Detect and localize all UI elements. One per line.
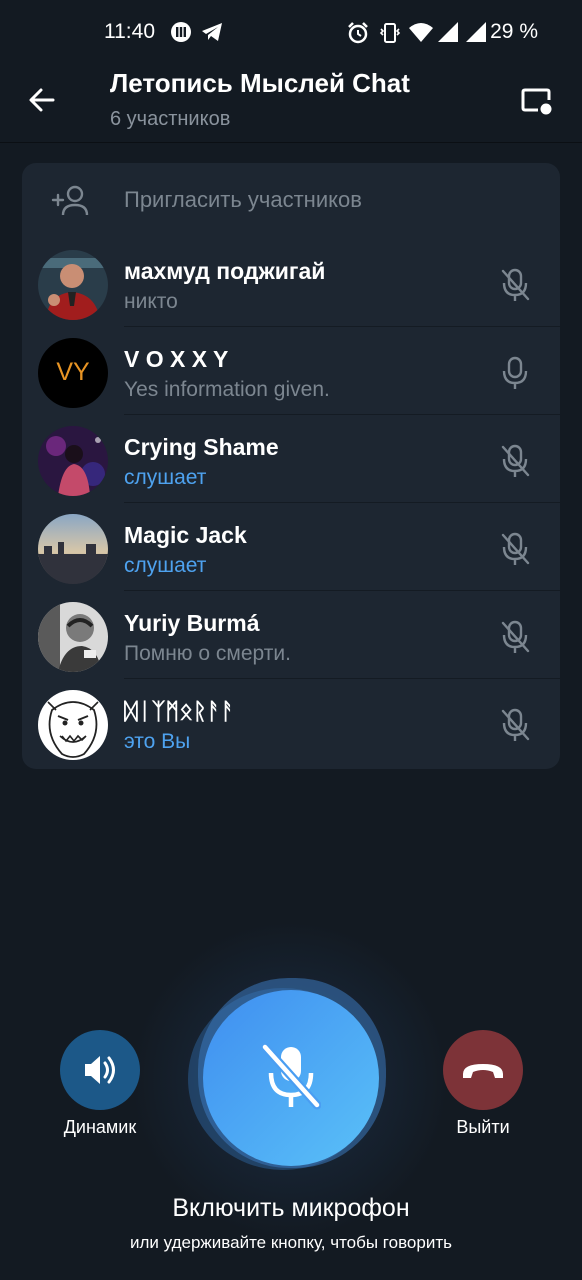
invite-participants-button[interactable]: Пригласить участников xyxy=(22,163,560,239)
leave-label: Выйти xyxy=(456,1117,510,1137)
invite-label: Пригласить участников xyxy=(124,187,362,212)
participant-status: Помню о смерти. xyxy=(124,642,291,665)
participant-status: никто xyxy=(124,290,178,313)
participant-row[interactable]: VY V O X X Y Yes information given. xyxy=(22,327,560,415)
signal-icon-2 xyxy=(466,22,486,42)
participant-name: V O X X Y xyxy=(124,346,229,372)
back-arrow-icon[interactable] xyxy=(26,84,58,116)
participants-panel: Пригласить участников махмуд поджигай ни… xyxy=(22,163,560,769)
participant-row[interactable]: Magic Jack слушает xyxy=(22,503,560,591)
wifi-icon xyxy=(409,23,433,42)
avatar: VY xyxy=(38,338,108,408)
call-header: Летопись Мыслей Chat 6 участников xyxy=(0,64,582,143)
mic-action-title: Включить микрофон xyxy=(172,1194,410,1222)
avatar xyxy=(38,690,108,760)
avatar xyxy=(38,602,108,672)
participant-status: слушает xyxy=(124,466,207,489)
participant-name: Magic Jack xyxy=(124,522,247,548)
mic-action-hint: или удерживайте кнопку, чтобы говорить xyxy=(130,1233,452,1252)
battery-level: 29 % xyxy=(490,20,538,43)
leave-button[interactable] xyxy=(443,1030,523,1110)
avatar xyxy=(38,426,108,496)
avatar-initials: VY xyxy=(56,358,90,386)
participant-row[interactable]: Crying Shame слушает xyxy=(22,415,560,503)
chat-title: Летопись Мыслей Chat xyxy=(110,68,410,98)
speaker-button[interactable] xyxy=(60,1030,140,1110)
mic-off-icon xyxy=(261,1043,321,1110)
participant-status: это Вы xyxy=(124,730,191,753)
participant-name: Yuriy Burmá xyxy=(124,610,260,636)
app-notification-icon xyxy=(171,22,191,42)
avatar xyxy=(38,250,108,320)
mic-off-icon xyxy=(501,708,530,741)
speaker-label: Динамик xyxy=(63,1117,137,1137)
participant-row[interactable]: Yuriy Burmá Помню о смерти. xyxy=(22,591,560,679)
status-bar: 11:40 29 % xyxy=(0,0,582,64)
participant-status: слушает xyxy=(124,554,207,577)
screen-share-icon[interactable] xyxy=(520,86,554,116)
signal-icon xyxy=(438,22,458,42)
participant-name: Crying Shame xyxy=(124,434,279,460)
avatar xyxy=(38,514,108,584)
status-time: 11:40 xyxy=(104,20,155,43)
mic-icon xyxy=(502,356,528,389)
participant-name: ᛞᛁᛉᛗᛟᚱᚨᚨ xyxy=(124,698,235,724)
add-user-icon xyxy=(51,185,89,216)
mic-off-icon xyxy=(501,620,530,653)
speaker-icon xyxy=(85,1056,115,1084)
hang-up-icon xyxy=(463,1064,503,1078)
telegram-icon xyxy=(202,23,222,41)
participant-name: махмуд поджигай xyxy=(124,258,326,284)
participants-count: 6 участников xyxy=(110,108,231,130)
participant-row[interactable]: ᛞᛁᛉᛗᛟᚱᚨᚨ это Вы xyxy=(22,679,560,767)
mic-off-icon xyxy=(501,268,530,301)
mic-off-icon xyxy=(501,444,530,477)
toggle-mic-button[interactable] xyxy=(203,990,379,1166)
vibrate-icon xyxy=(379,23,401,43)
participant-status: Yes information given. xyxy=(124,378,330,401)
alarm-icon xyxy=(348,22,368,44)
participant-row[interactable]: махмуд поджигай никто xyxy=(22,239,560,327)
mic-off-icon xyxy=(501,532,530,565)
